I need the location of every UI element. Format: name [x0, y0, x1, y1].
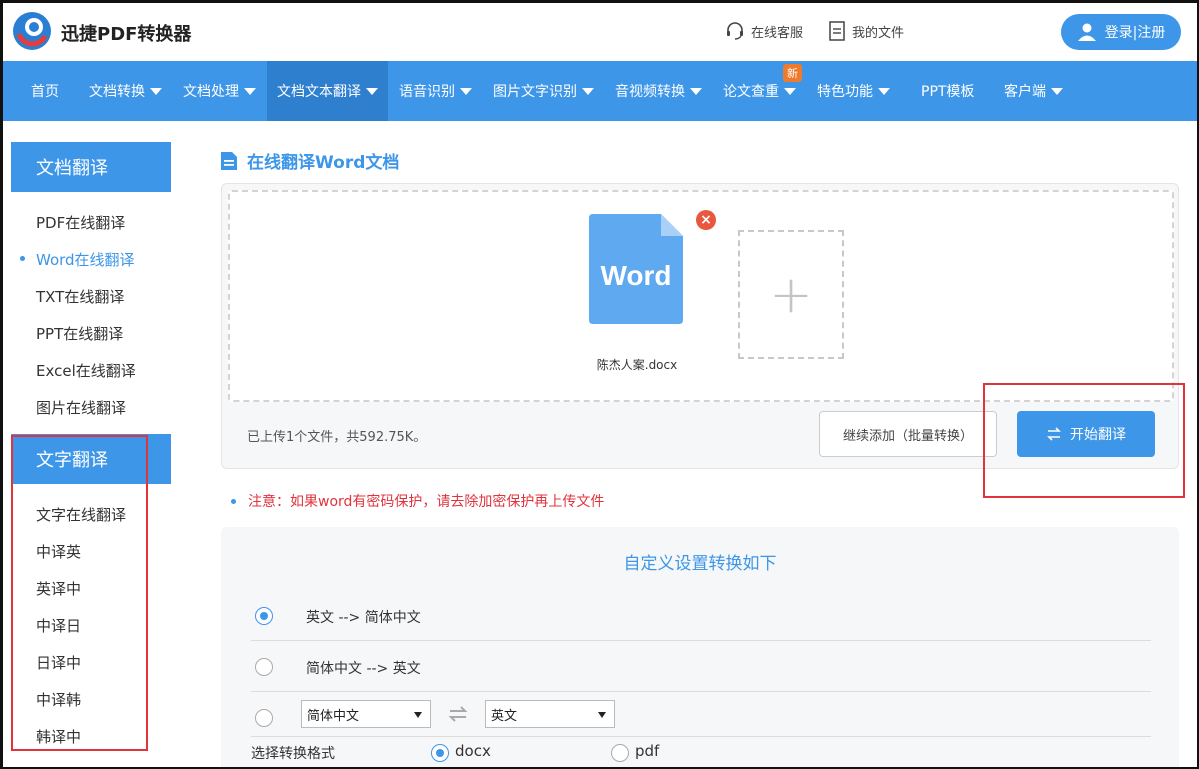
nav-item-doc-process[interactable]: 文档处理 [183, 61, 256, 121]
radio-custom-pair[interactable] [255, 709, 273, 727]
nav-item-label: 文档转换 [89, 84, 145, 100]
page-title: 在线翻译Word文档 [221, 148, 399, 173]
password-note: 注意：如果word有密码保护，请去除加密保护再上传文件 [231, 491, 604, 511]
target-language-value: 英文 [491, 708, 518, 724]
nav-item-label: 音视频转换 [615, 84, 685, 100]
login-register-label: 登录|注册 [1104, 25, 1166, 41]
caret-down-icon [414, 712, 422, 718]
divider [251, 640, 1151, 641]
highlight-box-text-translate [11, 435, 148, 751]
document-icon [829, 21, 845, 41]
nav-item-label: 图片文字识别 [493, 84, 577, 100]
caret-down-icon [150, 87, 162, 95]
active-bullet [20, 256, 25, 261]
nav-item-label: 首页 [31, 84, 59, 100]
radio-en-to-zh[interactable] [255, 607, 273, 625]
nav-item-label: 文档文本翻译 [277, 84, 361, 100]
caret-down-icon [690, 87, 702, 95]
upload-status: 已上传1个文件，共592.75K。 [247, 430, 427, 445]
nav-item-home[interactable]: 首页 [3, 61, 87, 121]
source-language-select[interactable]: 简体中文 [301, 700, 431, 728]
caret-down-icon [1051, 87, 1063, 95]
target-language-select[interactable]: 英文 [485, 700, 615, 728]
headset-icon [727, 22, 743, 40]
plus-icon: + [769, 264, 813, 325]
settings-panel: 自定义设置转换如下 [221, 527, 1179, 767]
word-file-icon: Word [589, 214, 683, 324]
radio-format-pdf[interactable] [611, 744, 629, 762]
nav-item-label: 客户端 [1004, 84, 1046, 100]
caret-down-icon [582, 87, 594, 95]
format-docx-label: docx [455, 742, 491, 760]
nav-item-label: PPT模板 [921, 84, 975, 100]
password-note-text: 注意：如果word有密码保护，请去除加密保护再上传文件 [248, 494, 605, 510]
nav-item-doc-translate[interactable]: 文档文本翻译 [267, 61, 388, 121]
divider [251, 691, 1151, 692]
nav-item-ocr[interactable]: 图片文字识别 [493, 61, 594, 121]
source-language-value: 简体中文 [307, 708, 360, 724]
settings-title: 自定义设置转换如下 [623, 554, 777, 574]
my-files-label: 我的文件 [852, 25, 905, 41]
online-service-label: 在线客服 [751, 25, 804, 41]
sidebar-item-word[interactable]: Word在线翻译 [36, 249, 135, 270]
remove-file-icon[interactable]: × [696, 210, 716, 230]
app-title: 迅捷PDF转换器 [61, 24, 192, 45]
note-bullet [231, 498, 236, 504]
nav-item-av-convert[interactable]: 音视频转换 [615, 61, 702, 121]
sidebar-doc-translate-header[interactable]: 文档翻译 [11, 142, 171, 192]
nav-item-label: 文档处理 [183, 84, 239, 100]
nav-item-features[interactable]: 特色功能 [817, 61, 890, 121]
nav-item-paper-check[interactable]: 论文查重 新 [723, 61, 802, 121]
page-title-text: 在线翻译Word文档 [247, 153, 400, 173]
caret-down-icon [366, 87, 378, 95]
document-icon [221, 151, 237, 170]
main-nav: 首页 文档转换 文档处理 文档文本翻译 语音识别 图片文字识别 音视频转换 论文… [3, 61, 1197, 121]
format-pdf-label: pdf [635, 742, 660, 760]
nav-item-speech[interactable]: 语音识别 [399, 61, 472, 121]
radio-zh-to-en[interactable] [255, 658, 273, 676]
app-logo[interactable] [11, 10, 53, 52]
caret-down-icon [784, 87, 796, 95]
divider [251, 736, 1151, 737]
nav-item-label: 语音识别 [399, 84, 455, 100]
nav-item-doc-convert[interactable]: 文档转换 [89, 61, 162, 121]
option-en-to-zh-label: 英文 --> 简体中文 [306, 610, 421, 626]
online-service-link[interactable]: 在线客服 [725, 21, 803, 41]
caret-down-icon [244, 87, 256, 95]
add-file-button[interactable]: + [738, 230, 844, 359]
sidebar-item-image[interactable]: 图片在线翻译 [36, 397, 126, 418]
top-header: 迅捷PDF转换器 在线客服 我的文件 登录|注册 [3, 3, 1197, 61]
caret-down-icon [460, 87, 472, 95]
nav-item-ppt-templates[interactable]: PPT模板 [921, 61, 974, 121]
sidebar-item-excel[interactable]: Excel在线翻译 [36, 360, 136, 381]
format-label: 选择转换格式 [251, 746, 335, 762]
login-register-button[interactable]: 登录|注册 [1061, 14, 1181, 50]
caret-down-icon [598, 712, 606, 718]
continue-add-button[interactable]: 继续添加（批量转换） [819, 411, 997, 457]
sidebar-item-pdf[interactable]: PDF在线翻译 [36, 212, 125, 233]
nav-item-label: 特色功能 [817, 84, 873, 100]
nav-item-label: 论文查重 [723, 84, 779, 100]
my-files-link[interactable]: 我的文件 [828, 21, 904, 41]
uploaded-file-name: 陈杰人案.docx [596, 358, 678, 372]
sidebar-item-ppt[interactable]: PPT在线翻译 [36, 323, 123, 344]
new-badge: 新 [783, 64, 802, 82]
user-icon [1077, 23, 1096, 41]
radio-format-docx[interactable] [431, 744, 449, 762]
page-frame: 迅捷PDF转换器 在线客服 我的文件 登录|注册 首页 文档转换 文档处理 文档… [0, 0, 1199, 769]
caret-down-icon [878, 87, 890, 95]
word-file-icon-text: Word [600, 260, 671, 291]
sidebar-item-txt[interactable]: TXT在线翻译 [36, 286, 124, 307]
nav-item-client[interactable]: 客户端 [1004, 61, 1063, 121]
highlight-box-start-button [983, 383, 1185, 498]
option-zh-to-en-label: 简体中文 --> 英文 [306, 661, 421, 677]
swap-languages-icon[interactable] [447, 703, 469, 725]
